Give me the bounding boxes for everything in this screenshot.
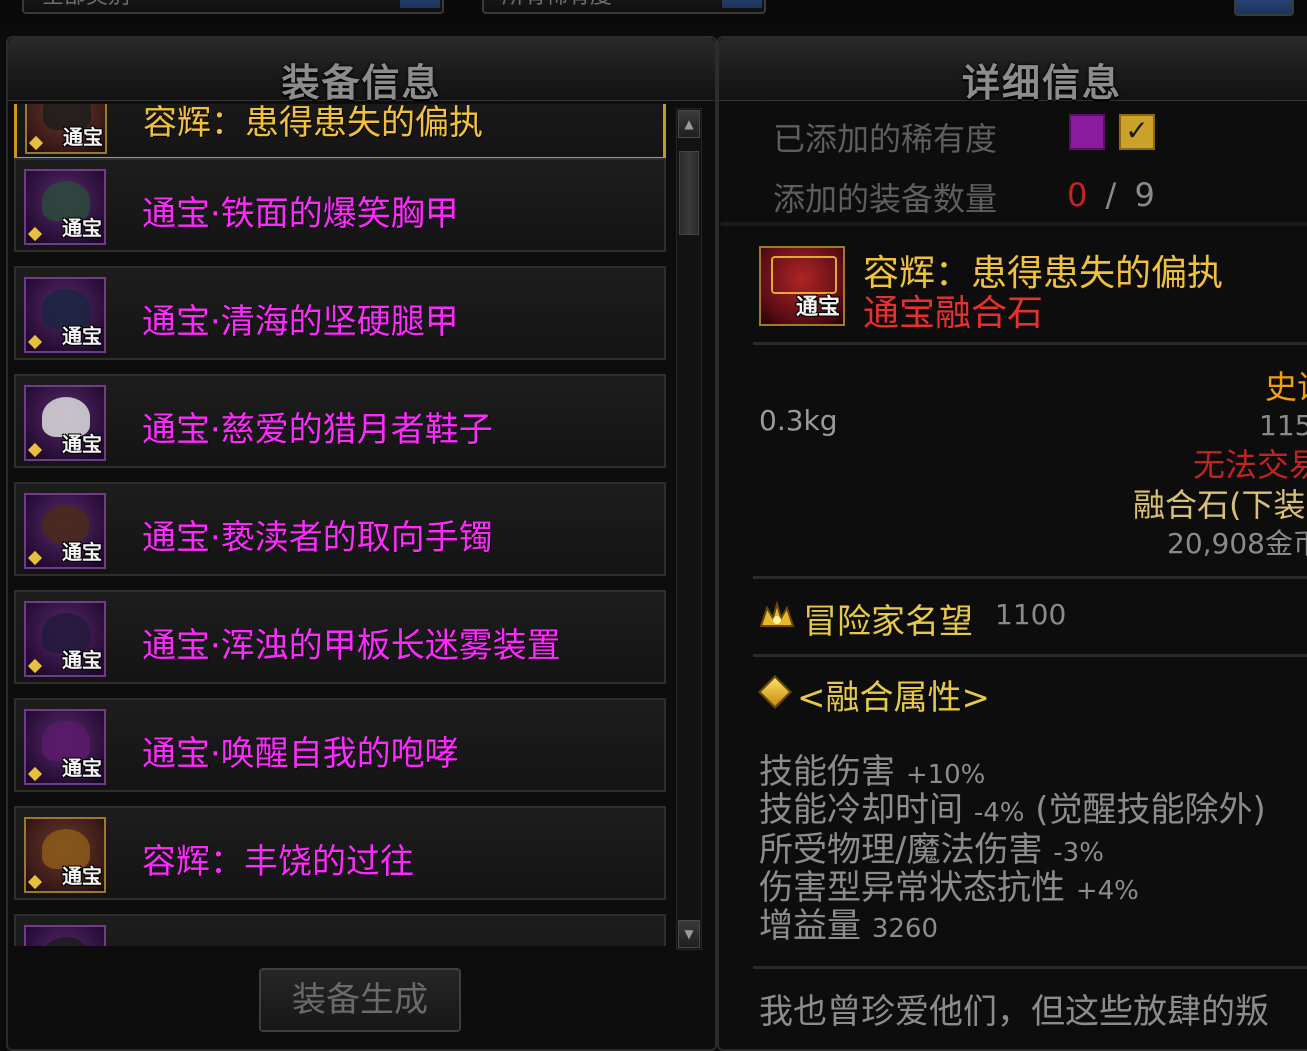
- fame-label: 冒险家名望: [803, 602, 973, 642]
- list-item[interactable]: 通宝 通宝·亵渎者的取向手镯: [14, 482, 666, 576]
- attr-extra: (觉醒技能除外): [1035, 790, 1266, 830]
- item-price: 20,908金币: [1167, 527, 1307, 560]
- item-name: 容辉：丰饶的过往: [142, 842, 414, 882]
- category-dropdown-arrow-icon[interactable]: [400, 0, 440, 8]
- attr-value: -4%: [973, 798, 1025, 828]
- attr-line: 伤害型异常状态抗性 +4%: [759, 868, 1139, 911]
- detail-item-type: 通宝融合石: [863, 293, 1044, 334]
- list-item[interactable]: 通宝 通宝·浑浊的甲板长迷雾装置: [14, 590, 666, 684]
- divider: [753, 342, 1307, 345]
- divider: [753, 576, 1307, 579]
- list-item[interactable]: 通宝 通宝·慈爱的猎月者鞋子: [14, 374, 666, 468]
- list-item[interactable]: 通宝 通宝·铁面的爆笑胸甲: [14, 158, 666, 252]
- item-name: 通宝·铁面的爆笑胸甲: [142, 194, 459, 234]
- flavor-text: 我也曾珍爱他们，但这些放肆的叛: [759, 992, 1269, 1032]
- rarity-dropdown-value: 所有稀有度: [502, 0, 612, 8]
- divider: [753, 966, 1307, 969]
- tongbao-tag: 通宝: [62, 648, 102, 672]
- attr-line: 技能伤害 +10%: [759, 752, 985, 795]
- section-divider: [721, 222, 1307, 226]
- added-count-label: 添加的装备数量: [773, 180, 998, 218]
- chest-armor-icon: 通宝: [24, 169, 106, 245]
- rarity-epic-swatch[interactable]: [1069, 114, 1105, 150]
- item-name: 通宝·亵渎者的取向手镯: [142, 518, 493, 558]
- tongbao-tag: 通宝: [62, 216, 102, 240]
- scroll-down-icon[interactable]: ▼: [678, 920, 700, 948]
- attr-name: 技能伤害: [759, 752, 895, 792]
- mist-device-icon: 通宝: [24, 601, 106, 677]
- item-icon: [24, 925, 106, 946]
- attr-name: 增益量: [759, 906, 861, 946]
- item-category: 融合石(下装): [1133, 486, 1307, 524]
- item-name: 通宝·慈爱的猎月者鞋子: [142, 410, 493, 450]
- tongbao-tag: 通宝: [62, 432, 102, 456]
- detail-info-header: 详细信息: [719, 38, 1307, 105]
- scroll-up-icon[interactable]: ▲: [678, 110, 700, 138]
- bracelet-icon: 通宝: [24, 493, 106, 569]
- rarity-dropdown[interactable]: 所有稀有度: [482, 0, 766, 14]
- item-name: 通宝·浑浊的甲板长迷雾装置: [142, 626, 561, 666]
- added-count-current: 0: [1067, 176, 1088, 214]
- item-weight: 0.3kg: [759, 404, 838, 437]
- fusion-stone-icon: 通宝: [24, 817, 106, 893]
- attr-line: 技能冷却时间 -4% (觉醒技能除外): [759, 790, 1266, 833]
- item-grade: 史诗: [1265, 368, 1307, 406]
- list-item[interactable]: 通宝 通宝·清海的坚硬腿甲: [14, 266, 666, 360]
- tongbao-tag: 通宝: [63, 125, 103, 149]
- tongbao-tag: 通宝: [62, 756, 102, 780]
- attr-line: 增益量 3260: [759, 906, 938, 949]
- rarity-dropdown-arrow-icon[interactable]: [722, 0, 762, 8]
- attr-line: 所受物理/魔法伤害 -3%: [759, 830, 1104, 873]
- attr-name: 伤害型异常状态抗性: [759, 868, 1065, 908]
- list-scrollbar[interactable]: ▲ ▼: [676, 108, 702, 950]
- attr-name: 技能冷却时间: [759, 790, 963, 830]
- item-name: 通宝·清海的坚硬腿甲: [142, 302, 459, 342]
- divider: [753, 654, 1307, 657]
- fusion-attr-title: <融合属性>: [797, 678, 990, 718]
- category-dropdown[interactable]: 全部类别: [22, 0, 444, 14]
- tongbao-tag: 通宝: [62, 864, 102, 888]
- scroll-thumb[interactable]: [679, 151, 699, 235]
- detail-info-title: 详细信息: [961, 61, 1122, 105]
- attr-value: +4%: [1075, 876, 1139, 906]
- added-rarity-label: 已添加的稀有度: [773, 120, 998, 158]
- tongbao-tag: 通宝: [62, 540, 102, 564]
- added-count: 0 / 9: [1067, 176, 1155, 214]
- item-name: 通宝·唤醒自我的咆哮: [142, 734, 459, 774]
- attr-value: 3260: [871, 914, 938, 944]
- fame-crown-icon: [759, 600, 795, 627]
- attr-value: +10%: [905, 760, 986, 790]
- generate-equipment-button[interactable]: 装备生成: [259, 968, 461, 1032]
- added-count-separator: /: [1105, 176, 1117, 214]
- top-filter-bar: 全部类别 所有稀有度: [0, 0, 1307, 30]
- attr-name: 所受物理/魔法伤害: [759, 830, 1043, 870]
- equipment-list: 通宝 容辉：患得患失的偏执 通宝 通宝·铁面的爆笑胸甲 通宝 通宝·清海的坚硬腿…: [14, 104, 674, 946]
- attr-value: -3%: [1053, 838, 1104, 868]
- item-level: 115级: [1259, 409, 1307, 442]
- shoes-icon: 通宝: [24, 385, 106, 461]
- leg-armor-icon: 通宝: [24, 277, 106, 353]
- equipment-info-title: 装备信息: [281, 61, 442, 105]
- list-item[interactable]: 通宝 容辉：患得患失的偏执: [14, 104, 666, 160]
- tongbao-tag: 通宝: [795, 295, 840, 320]
- rarity-legendary-checkbox[interactable]: ✓: [1119, 114, 1155, 150]
- item-name: 容辉：患得患失的偏执: [143, 104, 483, 143]
- tongbao-tag: 通宝: [62, 324, 102, 348]
- roar-icon: 通宝: [24, 709, 106, 785]
- list-item[interactable]: [14, 914, 666, 946]
- equipment-info-header: 装备信息: [8, 38, 715, 105]
- list-item[interactable]: 通宝 通宝·唤醒自我的咆哮: [14, 698, 666, 792]
- added-count-max: 9: [1134, 176, 1155, 214]
- category-dropdown-value: 全部类别: [42, 0, 130, 8]
- fusion-stone-icon: 通宝: [759, 246, 845, 326]
- search-button[interactable]: [1234, 0, 1294, 16]
- fame-value: 1100: [995, 598, 1067, 631]
- list-item[interactable]: 通宝 容辉：丰饶的过往: [14, 806, 666, 900]
- item-icon: 通宝: [25, 104, 107, 154]
